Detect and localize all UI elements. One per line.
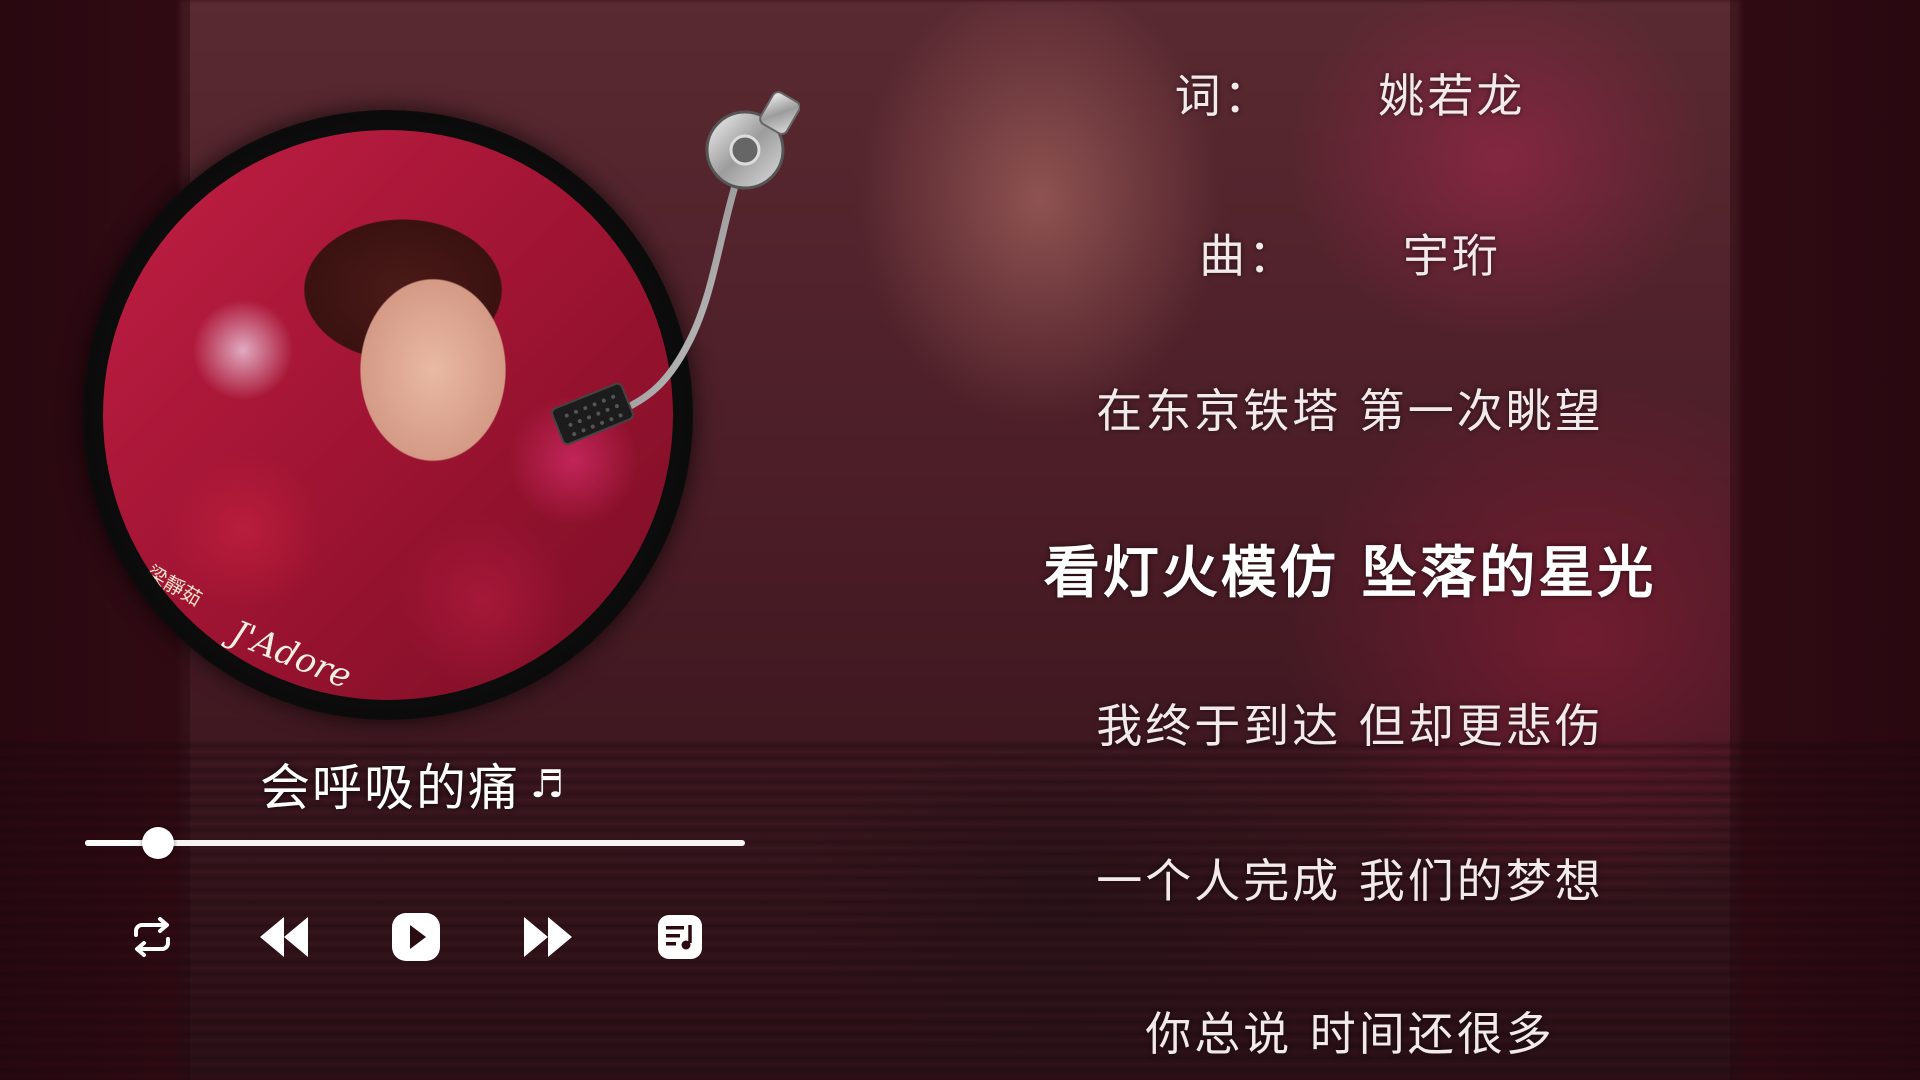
next-icon [524, 917, 572, 957]
repeat-icon [134, 917, 170, 957]
play-icon [392, 913, 440, 961]
play-button[interactable] [384, 905, 448, 969]
cover-artist-text: 梁靜茹 [142, 560, 207, 612]
cover-album-text: J'Adore [225, 612, 358, 698]
playlist-button[interactable] [648, 905, 712, 969]
repeat-button[interactable] [120, 905, 184, 969]
previous-icon [260, 917, 308, 957]
lyric-line: 在东京铁塔 第一次眺望 [1096, 384, 1604, 438]
tonearm-icon [551, 91, 800, 445]
lyric-line: 曲： 宇珩 [1199, 229, 1501, 283]
playlist-icon [658, 915, 702, 959]
music-player-screen: 梁靜茹 J'Adore 会呼吸的痛 ♬ 词： 姚若龙 曲： 宇珩 在东京铁塔 第… [0, 0, 1920, 1080]
lyric-line: 一个人完成 我们的梦想 [1096, 854, 1604, 908]
lyric-line: 你总说 时间还很多 [1145, 1007, 1555, 1061]
song-title: 会呼吸的痛 [260, 759, 520, 817]
lyric-line: 词： 姚若龙 [1174, 69, 1526, 123]
music-note-icon: ♬ [530, 762, 565, 806]
song-title-row: 会呼吸的痛 ♬ [260, 748, 564, 820]
progress-knob[interactable] [141, 827, 174, 859]
lyrics-panel: 词： 姚若龙 曲： 宇珩 在东京铁塔 第一次眺望 看灯火模仿 坠落的星光 我终于… [990, 50, 1710, 1080]
lyric-line-active: 看灯火模仿 坠落的星光 [1043, 541, 1657, 606]
next-button[interactable] [516, 905, 580, 969]
previous-button[interactable] [252, 905, 316, 969]
lyric-line: 我终于到达 但却更悲伤 [1096, 699, 1604, 753]
progress-bar[interactable] [85, 827, 745, 859]
